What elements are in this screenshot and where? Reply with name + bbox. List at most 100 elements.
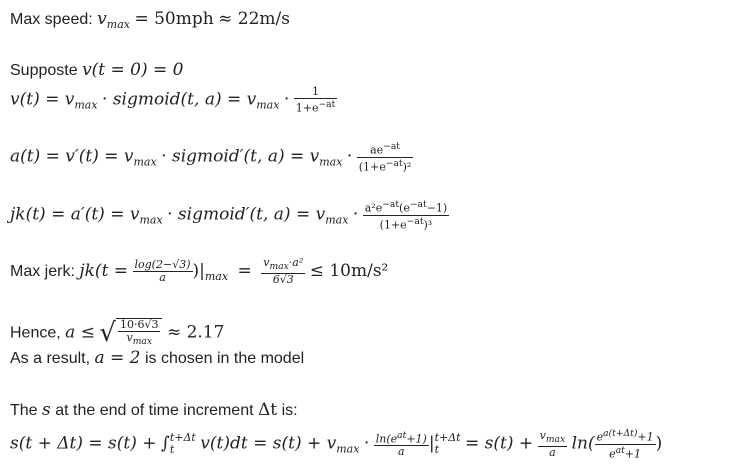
den-end: )² bbox=[402, 160, 412, 174]
integral-icon: ∫ bbox=[160, 433, 170, 454]
max-jerk-label: Max jerk: bbox=[10, 262, 75, 280]
velocity-fraction: 1 1+e−at bbox=[293, 86, 338, 115]
dot-operator: · bbox=[352, 204, 359, 225]
log-fraction: log(2−√3) a bbox=[132, 259, 193, 285]
fraction-numerator: ea(t+Δt)+1 bbox=[594, 428, 656, 445]
max-subscript: max bbox=[139, 213, 163, 227]
num-end: +1) bbox=[406, 432, 427, 446]
sqrt-fraction: 10·6√3 vmax bbox=[117, 318, 161, 348]
evaluation-limits: t+Δt t bbox=[435, 432, 461, 456]
exp-fraction: ea(t+Δt)+1 eat+1 bbox=[594, 428, 656, 461]
fraction-denominator: (1+e−at)³ bbox=[363, 216, 449, 232]
ln-open: ln( bbox=[571, 433, 595, 454]
max-subscript: max bbox=[336, 442, 360, 456]
hence-label: Hence, bbox=[10, 324, 61, 342]
num-mid: (e bbox=[399, 201, 410, 215]
num-exponent-2: −at bbox=[409, 199, 427, 210]
acceleration-equation: a(t) = v′(t) = vmax · sigmoid′(t, a) = v… bbox=[10, 141, 414, 174]
den-end: +1 bbox=[624, 447, 642, 461]
initial-condition: v(t = 0) = 0 bbox=[82, 60, 184, 80]
max-subscript: max bbox=[325, 213, 349, 227]
ln-fraction: ln(eat+1) a bbox=[373, 429, 429, 459]
intro-mid: at the end of time increment bbox=[55, 402, 254, 419]
num-end: −1) bbox=[426, 201, 448, 215]
integral-body: v(t)dt = s(t) + v bbox=[200, 433, 337, 454]
jerk-equation: jk(t) = a′(t) = vmax · sigmoid′(t, a) = … bbox=[10, 199, 450, 232]
supposition-label: Supposte bbox=[10, 62, 78, 79]
jerk-lhs: jk(t) = a′(t) = v bbox=[10, 204, 140, 225]
sqrt-icon: √ bbox=[99, 318, 116, 349]
den-exponent: −at bbox=[385, 157, 403, 169]
supposition-line: Supposte v(t = 0) = 0 bbox=[10, 60, 184, 81]
velocity-lhs: v(t) = v bbox=[10, 89, 75, 110]
num-exponent: at bbox=[397, 429, 407, 441]
vmax-symbol: v bbox=[97, 9, 107, 29]
den-exponent: at bbox=[615, 444, 625, 456]
max-subscript: max bbox=[74, 98, 98, 112]
velocity-equation: v(t) = vmax · sigmoid(t, a) = vmax · 1 1… bbox=[10, 86, 338, 116]
den-base: (1+e bbox=[358, 160, 386, 174]
max-speed-label: Max speed: bbox=[10, 11, 93, 28]
fraction-denominator: (1+e−at)² bbox=[357, 158, 414, 174]
den-base: 1+e bbox=[295, 101, 319, 115]
max-jerk-lhs: jk(t = bbox=[79, 260, 129, 281]
num-exponent: a(t+Δt) bbox=[603, 428, 638, 439]
fraction-numerator: vmax bbox=[537, 429, 568, 447]
den-sub: max bbox=[132, 336, 152, 348]
sqrt-body: 10·6√3 vmax bbox=[115, 318, 163, 348]
a-inequality: a ≤ bbox=[65, 322, 95, 343]
num-sub: max bbox=[545, 433, 566, 445]
fraction-denominator: vmax bbox=[118, 332, 161, 348]
num-end: +1 bbox=[637, 430, 654, 444]
fraction-denominator: a bbox=[159, 271, 166, 285]
position-equation: s(t + Δt) = s(t) + ∫ t+Δt t v(t)dt = s(t) … bbox=[10, 428, 662, 460]
max-speed-value: = 50mph bbox=[134, 9, 214, 29]
den-end: )³ bbox=[423, 218, 433, 232]
num-exponent: −at bbox=[383, 141, 400, 152]
den-exponent: −at bbox=[318, 99, 336, 110]
num-end: ·a² bbox=[288, 256, 304, 269]
max-speed-line: Max speed: vmax = 50mph ≈ 22m/s bbox=[10, 9, 290, 35]
fraction-denominator: a bbox=[398, 445, 405, 459]
equals-sign: = bbox=[237, 260, 252, 281]
jerk-fraction: a²e−at(e−at−1) (1+e−at)³ bbox=[362, 199, 450, 232]
max-speed-approx: ≈ 22m/s bbox=[218, 9, 290, 29]
position-intro: The s at the end of time increment Δt is… bbox=[10, 400, 298, 421]
delta-t: Δt bbox=[258, 400, 278, 420]
fraction-denominator: 6√3 bbox=[272, 273, 294, 287]
lower-limit: t bbox=[434, 443, 439, 457]
a-value: a = 2 bbox=[94, 348, 141, 368]
num-base: ln(e bbox=[375, 432, 398, 446]
num-exponent: −at bbox=[382, 199, 400, 210]
jerk-limit: ≤ 10m/s² bbox=[309, 260, 389, 281]
fraction-denominator: 1+e−at bbox=[294, 99, 338, 115]
lower-limit: t bbox=[169, 443, 175, 457]
acceleration-lhs: a(t) = v′(t) = v bbox=[10, 146, 134, 167]
fraction-numerator: ae−at bbox=[356, 141, 414, 158]
fraction-numerator: 10·6√3 bbox=[117, 318, 161, 332]
acceleration-fraction: ae−at (1+e−at)² bbox=[356, 141, 414, 174]
num-base: ae bbox=[370, 143, 384, 157]
intro-pre: The bbox=[10, 402, 38, 419]
max-subscript: max bbox=[133, 155, 157, 169]
max-subscript: max bbox=[256, 98, 280, 112]
ln-close: ) bbox=[655, 433, 663, 454]
position-lhs: s(t + Δt) = s(t) + bbox=[10, 433, 157, 454]
jerk-sigmoid: · sigmoid′(t, a) = v bbox=[167, 204, 326, 225]
evaluation-bar: )| bbox=[192, 260, 205, 281]
a-approx: ≈ 2.17 bbox=[166, 322, 225, 343]
den-exponent: −at bbox=[406, 215, 424, 227]
max-subscript: max bbox=[106, 18, 130, 31]
jerk-max-fraction: vmax·a² 6√3 bbox=[261, 256, 306, 287]
num-sub: max bbox=[269, 261, 289, 273]
hence-line: Hence, a ≤ √ 10·6√3 vmax ≈ 2.17 bbox=[10, 318, 224, 348]
max-subscript: max bbox=[204, 269, 229, 283]
dot-operator: · bbox=[363, 433, 370, 454]
fraction-numerator: ln(eat+1) bbox=[373, 429, 429, 447]
result-pre: As a result, bbox=[10, 350, 91, 367]
intro-post: is: bbox=[281, 402, 298, 419]
integral-limits: t+Δt t bbox=[170, 432, 196, 456]
max-subscript: max bbox=[319, 155, 343, 169]
fraction-denominator: eat+1 bbox=[595, 445, 656, 461]
result-line: As a result, a = 2 is chosen in the mode… bbox=[10, 348, 304, 369]
